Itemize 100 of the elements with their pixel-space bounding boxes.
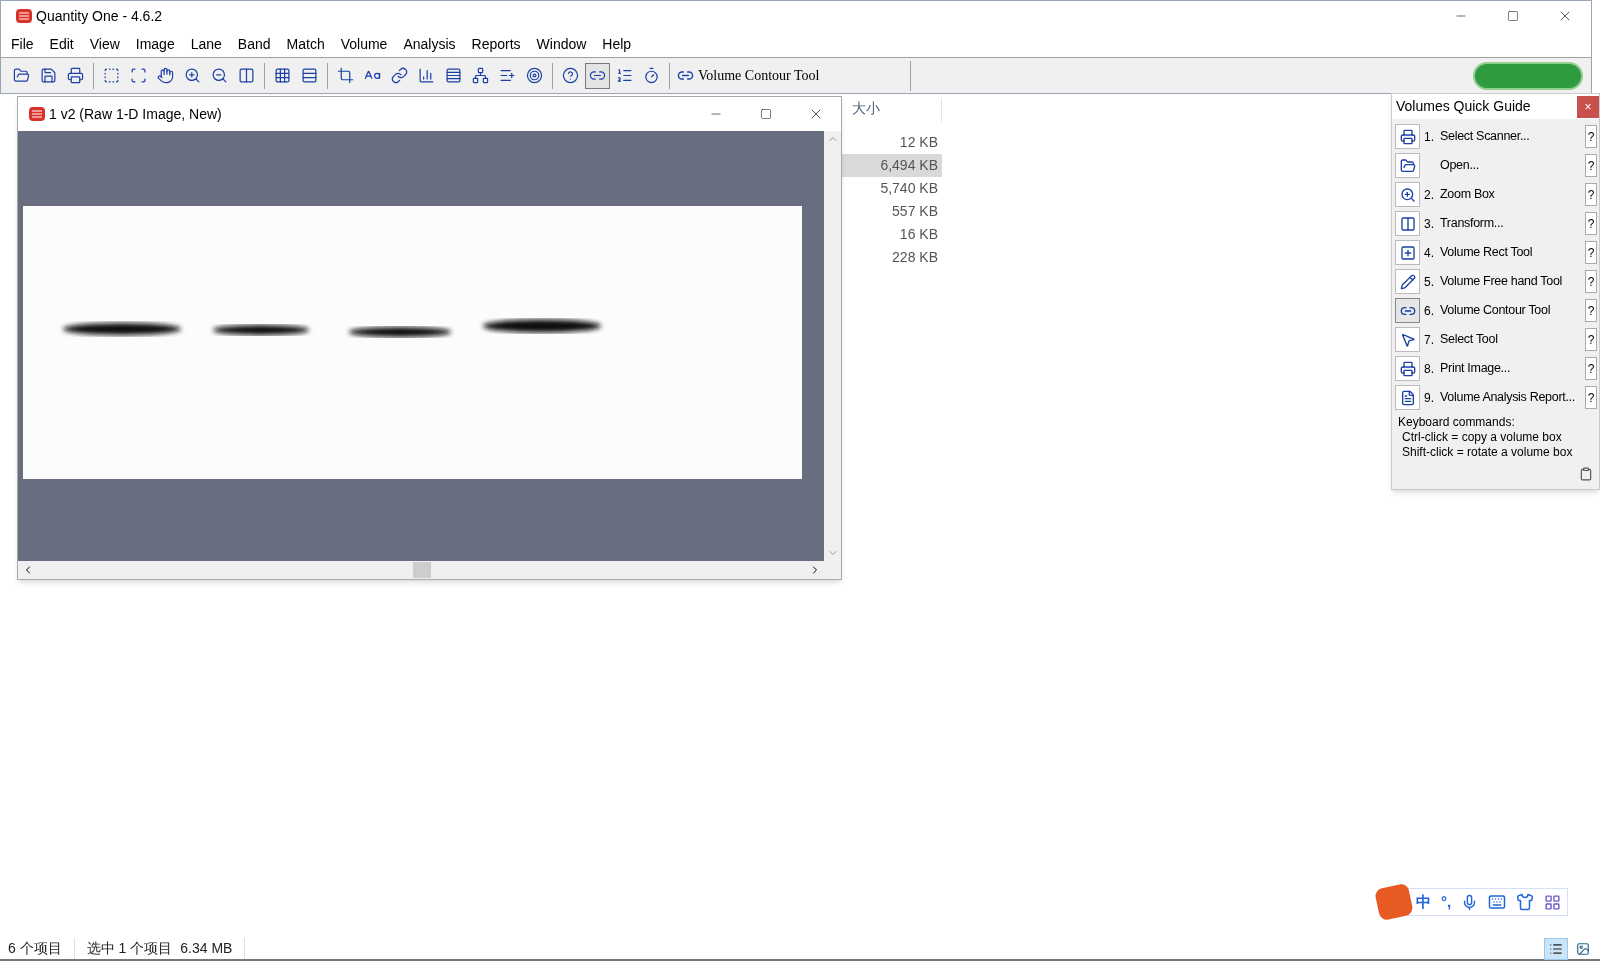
ime-mode-button[interactable]: 中 xyxy=(1416,890,1431,914)
current-tool-label: Volume Contour Tool xyxy=(698,67,820,85)
report-button[interactable] xyxy=(1395,385,1420,410)
file-size-cell[interactable]: 16 KB xyxy=(842,223,942,246)
report-icon xyxy=(1399,389,1416,406)
image-icon xyxy=(1576,941,1590,956)
menu-item[interactable]: Band xyxy=(229,33,279,55)
frame-icon xyxy=(103,67,120,84)
menu-item[interactable]: Volume xyxy=(332,33,396,55)
step-number: 1. xyxy=(1424,130,1434,144)
step-button[interactable]: Volume Free hand Tool xyxy=(1438,272,1563,291)
step-number: 4. xyxy=(1424,246,1434,260)
selection-size: 6.34 MB xyxy=(172,938,246,959)
step-button[interactable]: Volume Rect Tool xyxy=(1438,243,1533,262)
menu-item[interactable]: View xyxy=(81,33,128,55)
menu-item[interactable]: Image xyxy=(127,33,183,55)
menu-item[interactable]: Analysis xyxy=(395,33,464,55)
step-number: 3. xyxy=(1424,217,1434,231)
folder-icon xyxy=(1399,157,1416,174)
help-button[interactable]: ? xyxy=(1585,386,1597,409)
shirt-icon[interactable] xyxy=(1516,893,1535,911)
help-button[interactable]: ? xyxy=(1585,270,1597,293)
step-button[interactable]: Select Scanner... xyxy=(1438,127,1530,146)
file-size-cell[interactable]: 6,494 KB xyxy=(842,154,942,177)
step-number: 8. xyxy=(1424,362,1434,376)
step-number: 5. xyxy=(1424,275,1434,289)
menu-item[interactable]: Match xyxy=(278,33,333,55)
maximize-icon xyxy=(760,108,772,120)
columns-icon xyxy=(238,67,255,84)
step-button[interactable]: Zoom Box xyxy=(1438,185,1495,204)
keyboard-icon[interactable] xyxy=(1488,893,1507,911)
horizontal-scrollbar[interactable] xyxy=(18,561,841,579)
file-size-cell[interactable]: 12 KB xyxy=(842,131,942,154)
window-title: Quantity One - 4.6.2 xyxy=(36,6,163,26)
item-count: 6 个项目 xyxy=(0,938,75,959)
selection-count: 选中 1 个项目 xyxy=(85,939,173,958)
step-button[interactable]: Volume Contour Tool xyxy=(1438,301,1551,320)
help-button[interactable]: ? xyxy=(1585,299,1597,322)
window-title: 1 v2 (Raw 1-D Image, New) xyxy=(49,104,222,124)
step-number: 2. xyxy=(1424,188,1434,202)
step-number: 9. xyxy=(1424,391,1434,405)
step-button[interactable]: Transform... xyxy=(1438,214,1504,233)
menu-item[interactable]: Edit xyxy=(41,33,82,55)
step-button[interactable]: Print Image... xyxy=(1438,359,1511,378)
pencil-icon xyxy=(1399,273,1416,290)
grid-icon[interactable] xyxy=(1544,893,1562,911)
file-size-cell[interactable]: 557 KB xyxy=(842,200,942,223)
keyboard-hint: Shift-click = rotate a volume box xyxy=(1401,445,1574,460)
menu-item[interactable]: File xyxy=(3,33,42,55)
step-number: 6. xyxy=(1424,304,1434,318)
zoom-in-icon xyxy=(184,67,201,84)
list-plus-icon xyxy=(499,67,516,84)
help-button[interactable]: ? xyxy=(1585,357,1597,380)
pencil-button[interactable] xyxy=(1395,269,1420,294)
printer-button[interactable] xyxy=(1395,356,1420,381)
step-button[interactable]: Volume Analysis Report... xyxy=(1438,388,1575,407)
rows-icon xyxy=(445,67,462,84)
pointer-icon xyxy=(1399,331,1416,348)
target-icon xyxy=(526,67,543,84)
help-button[interactable]: ? xyxy=(1585,154,1597,177)
folder-icon xyxy=(13,67,30,84)
pointer-button[interactable] xyxy=(1395,327,1420,352)
printer-icon xyxy=(1399,360,1416,377)
help-button[interactable]: ? xyxy=(1585,328,1597,351)
brand-logo-icon xyxy=(1473,61,1583,90)
app-logo-icon xyxy=(15,7,33,25)
help-button[interactable]: ? xyxy=(1585,241,1597,264)
clipboard-icon xyxy=(1579,467,1593,481)
keyboard-title: Keyboard commands: xyxy=(1398,415,1516,430)
keyboard-hint: Ctrl-click = copy a volume box xyxy=(1401,430,1563,445)
menu-item[interactable]: Lane xyxy=(182,33,230,55)
menu-item[interactable]: Help xyxy=(594,33,640,55)
menu-item[interactable]: Reports xyxy=(463,33,529,55)
file-size-cell[interactable]: 228 KB xyxy=(842,246,942,269)
details-view-button[interactable] xyxy=(1544,937,1568,960)
bar-chart-icon xyxy=(418,67,435,84)
list-icon xyxy=(616,67,633,84)
grid-icon xyxy=(274,67,291,84)
network-icon xyxy=(472,67,489,84)
step-button[interactable]: Open... xyxy=(1438,156,1479,175)
zoom-box-button[interactable] xyxy=(1395,182,1420,207)
panel-title: Volumes Quick Guide xyxy=(1396,97,1531,116)
list-icon xyxy=(1549,941,1563,956)
help-button[interactable]: ? xyxy=(1585,125,1597,148)
help-button[interactable]: ? xyxy=(1585,183,1597,206)
printer-icon xyxy=(67,67,84,84)
crop-icon xyxy=(337,67,354,84)
step-button[interactable]: Select Tool xyxy=(1438,330,1498,349)
ime-mode-button[interactable]: °, xyxy=(1441,890,1452,914)
menu-item[interactable]: Window xyxy=(528,33,595,55)
file-size-cell[interactable]: 5,740 KB xyxy=(842,177,942,200)
close-button[interactable]: × xyxy=(1577,95,1599,118)
hand-icon xyxy=(157,67,174,84)
scroll-thumb[interactable] xyxy=(412,562,431,578)
timer-icon xyxy=(643,67,660,84)
lanes-icon xyxy=(301,67,318,84)
help-button[interactable]: ? xyxy=(1585,212,1597,235)
step-number: 7. xyxy=(1424,333,1434,347)
save-icon xyxy=(40,67,57,84)
folder-button[interactable] xyxy=(1395,153,1420,178)
